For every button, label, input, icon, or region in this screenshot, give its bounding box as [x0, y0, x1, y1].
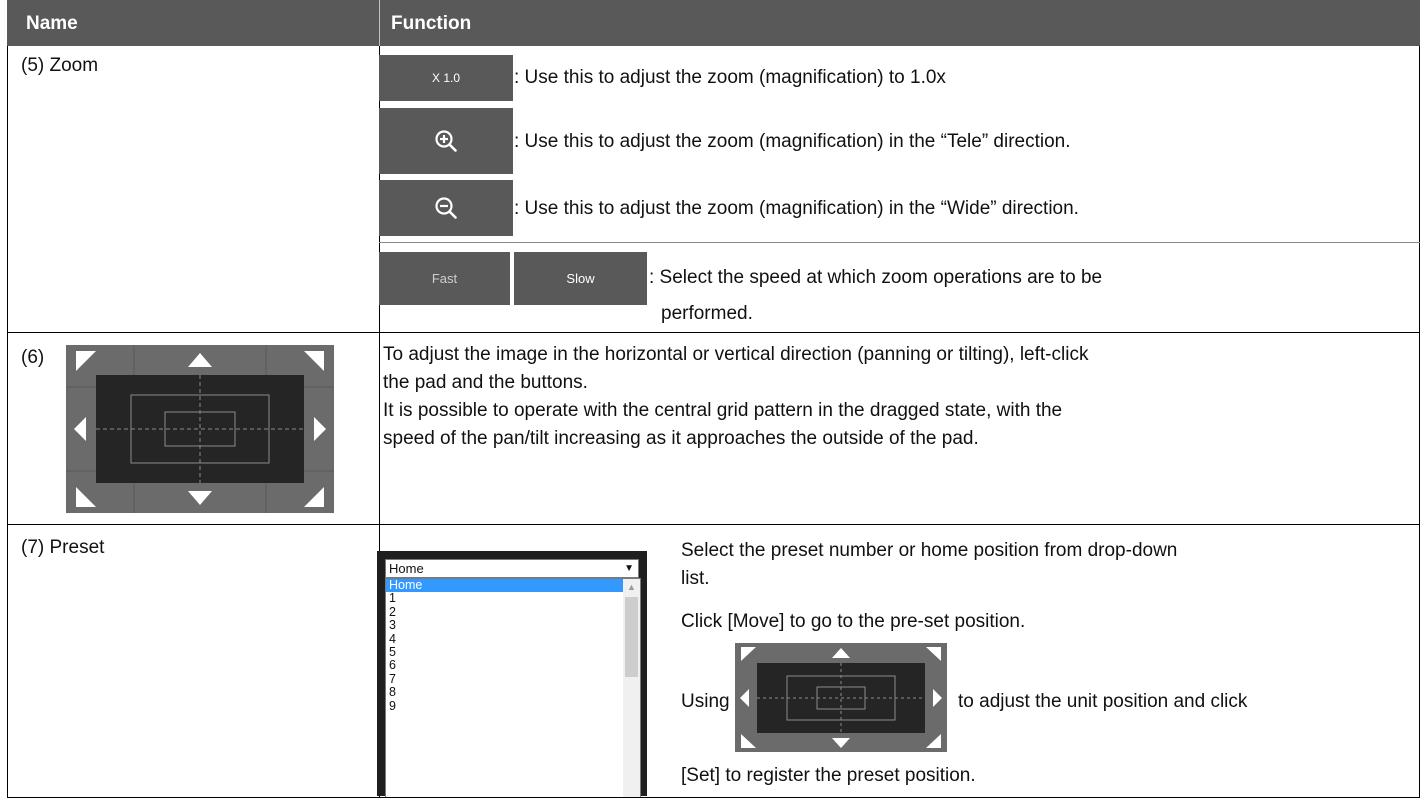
preset-option[interactable]: 3 [386, 618, 640, 632]
preset-desc-5: [Set] to register the preset position. [681, 765, 976, 786]
preset-scrollbar[interactable]: ▲ [623, 579, 640, 797]
header-function: Function [391, 13, 472, 34]
pantilt-desc-1: To adjust the image in the horizontal or… [383, 344, 1089, 365]
preset-option[interactable]: Home [386, 579, 640, 593]
preset-option[interactable]: 8 [386, 685, 640, 699]
table-bottom-border [7, 797, 1420, 798]
row-divider-6 [7, 332, 1420, 333]
zoom-speed-fast-button[interactable]: Fast [379, 252, 510, 305]
zoom-speed-slow-button[interactable]: Slow [514, 252, 647, 305]
preset-dropdown: Home ▼ Home 1 2 3 4 5 6 7 8 9 ▲ [377, 551, 647, 797]
preset-option[interactable]: 1 [386, 591, 640, 605]
pan-tilt-pad[interactable] [66, 345, 334, 513]
preset-option[interactable]: 2 [386, 605, 640, 619]
row-name-pantilt: (6) [21, 347, 45, 368]
zoom-x10-button[interactable]: X 1.0 [379, 55, 513, 101]
header-name: Name [26, 13, 78, 34]
zoom-out-icon [435, 197, 457, 219]
scrollbar-thumb[interactable] [625, 597, 638, 677]
zoom-subdivider [379, 242, 1420, 243]
zoom-wide-desc: : Use this to adjust the zoom (magnifica… [514, 198, 1079, 219]
zoom-speed-desc: : Select the speed at which zoom operati… [649, 267, 1103, 288]
preset-option[interactable]: 7 [386, 672, 640, 686]
zoom-x10-desc: : Use this to adjust the zoom (magnifica… [514, 67, 946, 88]
preset-desc-4a: Using [681, 691, 730, 712]
preset-desc-1: Select the preset number or home positio… [681, 540, 1178, 561]
slow-label: Slow [566, 271, 595, 286]
zoom-wide-button[interactable] [379, 180, 513, 236]
preset-select[interactable]: Home ▼ [385, 559, 639, 578]
pantilt-desc-3: It is possible to operate with the centr… [383, 400, 1063, 421]
preset-desc-2: list. [681, 568, 710, 589]
table-right-border [1419, 46, 1420, 798]
zoom-in-icon [435, 130, 457, 152]
zoom-tele-button[interactable] [379, 108, 513, 174]
preset-desc-4b: to adjust the unit position and click [958, 691, 1248, 712]
preset-option[interactable]: 6 [386, 658, 640, 672]
fast-label: Fast [431, 271, 458, 286]
row-divider-7 [7, 524, 1420, 525]
pan-tilt-pad-small [735, 643, 947, 752]
table-left-border [7, 46, 8, 798]
row-name-zoom: (5) Zoom [21, 55, 99, 76]
preset-option[interactable]: 9 [386, 699, 640, 713]
scroll-up-icon[interactable]: ▲ [627, 582, 636, 592]
preset-option[interactable]: 5 [386, 645, 640, 659]
pantilt-desc-4: speed of the pan/tilt increasing as it a… [383, 428, 979, 449]
header-divider [379, 0, 380, 46]
row-name-preset: (7) Preset [21, 537, 105, 558]
function-table: Name Function (5) Zoom X 1.0 : Use this … [0, 0, 1421, 799]
zoom-x10-label: X 1.0 [431, 71, 461, 85]
pantilt-desc-2: the pad and the buttons. [383, 372, 588, 393]
preset-selected-value: Home [389, 561, 424, 576]
chevron-down-icon: ▼ [624, 563, 634, 574]
preset-option[interactable]: 4 [386, 632, 640, 646]
preset-desc-3: Click [Move] to go to the pre-set positi… [681, 611, 1026, 632]
table-header: Name Function [7, 0, 1420, 46]
zoom-speed-desc-cont: performed. [661, 303, 753, 324]
zoom-tele-desc: : Use this to adjust the zoom (magnifica… [514, 131, 1071, 152]
preset-options-list: Home 1 2 3 4 5 6 7 8 9 ▲ [385, 578, 641, 797]
